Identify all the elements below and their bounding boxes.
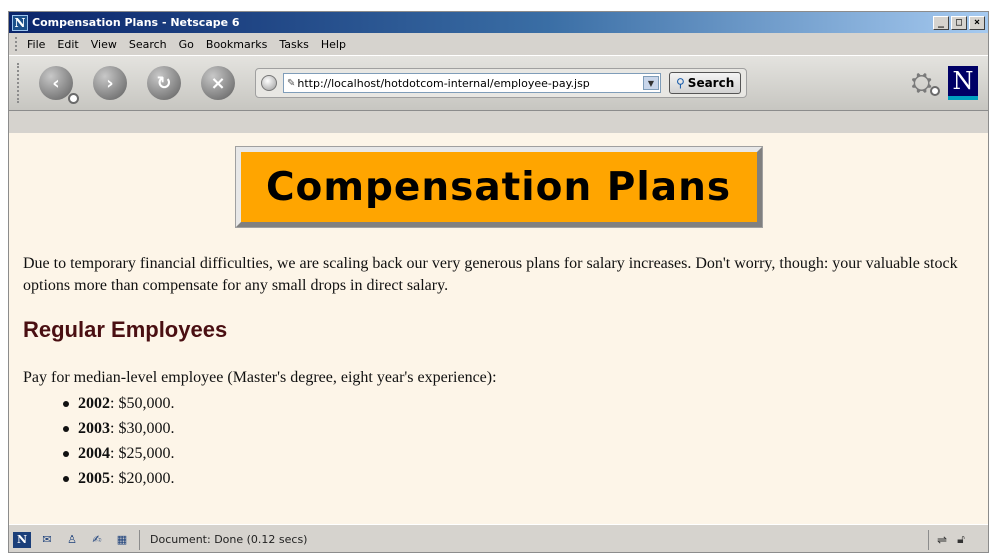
window-title: Compensation Plans - Netscape 6 (32, 16, 240, 29)
online-connection-icon[interactable]: ⇌ (937, 533, 947, 547)
stop-icon: × (210, 72, 226, 94)
close-button[interactable]: × (969, 15, 985, 30)
back-button[interactable]: ‹ (39, 66, 79, 104)
bullet-icon (63, 400, 69, 407)
bullet-icon (63, 450, 69, 457)
pay-amount: : $25,000. (110, 445, 175, 462)
reload-button[interactable]: ↻ (147, 66, 181, 100)
toolbar-grip[interactable] (17, 63, 23, 103)
menu-edit[interactable]: Edit (57, 38, 78, 51)
pay-year: 2004 (78, 445, 110, 462)
pay-year: 2005 (78, 470, 110, 487)
url-dropdown-icon[interactable]: ▼ (643, 76, 659, 90)
status-bar: N ✉ ♙ ✍ ▦ Document: Done (0.12 secs) ⇌ 🔓… (9, 524, 988, 552)
stop-button[interactable]: × (201, 66, 235, 100)
menu-view[interactable]: View (91, 38, 117, 51)
list-item: 2003 : $30,000. (63, 416, 974, 441)
pay-amount: : $20,000. (110, 470, 175, 487)
search-button[interactable]: ⚲ Search (669, 72, 742, 94)
menu-bar: File Edit View Search Go Bookmarks Tasks… (9, 33, 988, 55)
forward-arrow-icon: › (106, 72, 114, 94)
pay-list: 2002 : $50,000. 2003 : $30,000. 2004 : $… (63, 391, 974, 491)
pay-amount: : $30,000. (110, 420, 175, 437)
composer-icon[interactable]: ✍ (88, 532, 106, 548)
netscape-app-icon: N (12, 14, 28, 31)
list-item: 2002 : $50,000. (63, 391, 974, 416)
component-bar: N ✉ ♙ ✍ ▦ (13, 529, 140, 550)
menu-help[interactable]: Help (321, 38, 346, 51)
url-text[interactable]: http://localhost/hotdotcom-internal/empl… (297, 77, 643, 90)
forward-button[interactable]: › (93, 66, 127, 100)
list-item: 2005 : $20,000. (63, 466, 974, 491)
print-dropdown-icon[interactable] (930, 86, 940, 96)
menu-tasks[interactable]: Tasks (279, 38, 308, 51)
window-controls: _ □ × (933, 15, 985, 30)
pay-amount: : $50,000. (110, 395, 175, 412)
print-icon[interactable]: ⛭ (911, 67, 932, 99)
menu-search[interactable]: Search (129, 38, 167, 51)
menu-file[interactable]: File (27, 38, 45, 51)
reload-icon: ↻ (156, 72, 172, 94)
banner-wrap: Compensation Plans (23, 146, 974, 228)
title-bar: N Compensation Plans - Netscape 6 _ □ × (9, 12, 988, 33)
status-indicators: ⇌ 🔓︎ (928, 529, 988, 550)
page-content: Compensation Plans Due to temporary fina… (9, 133, 988, 524)
pay-intro: Pay for median-level employee (Master's … (23, 369, 497, 386)
back-arrow-icon: ‹ (52, 72, 60, 94)
throbber-area: ⛭ N (911, 66, 978, 100)
page-proxy-icon[interactable]: ✎ (287, 78, 295, 89)
netscape-logo-icon[interactable]: N (948, 66, 978, 100)
url-toggle-icon[interactable] (261, 75, 277, 91)
section-heading: Regular Employees (23, 317, 228, 342)
browser-window: N Compensation Plans - Netscape 6 _ □ × … (8, 11, 989, 553)
banner: Compensation Plans (234, 146, 763, 228)
url-input[interactable]: ✎ http://localhost/hotdotcom-internal/em… (283, 73, 661, 93)
menu-go[interactable]: Go (179, 38, 194, 51)
instant-messenger-icon[interactable]: ♙ (63, 532, 81, 548)
pay-year: 2002 (78, 395, 110, 412)
search-button-label: Search (687, 76, 735, 90)
banner-title: Compensation Plans (265, 164, 732, 210)
magnifier-icon: ⚲ (676, 76, 685, 90)
url-bar: ✎ http://localhost/hotdotcom-internal/em… (255, 68, 748, 98)
list-item: 2004 : $25,000. (63, 441, 974, 466)
pay-year: 2003 (78, 420, 110, 437)
menu-bookmarks[interactable]: Bookmarks (206, 38, 267, 51)
intro-paragraph: Due to temporary financial difficulties,… (23, 255, 958, 294)
navigator-icon[interactable]: N (13, 531, 31, 548)
back-dropdown-icon[interactable] (68, 93, 79, 104)
navigation-toolbar: ‹ › ↻ × ✎ http://localhost/hotdotcom-int… (9, 55, 988, 111)
maximize-button[interactable]: □ (951, 15, 967, 30)
bullet-icon (63, 475, 69, 482)
mail-icon[interactable]: ✉ (38, 532, 56, 548)
security-lock-icon[interactable]: 🔓︎ (957, 532, 965, 547)
status-text: Document: Done (0.12 secs) (150, 533, 308, 546)
minimize-button[interactable]: _ (933, 15, 949, 30)
address-book-icon[interactable]: ▦ (113, 532, 131, 548)
bullet-icon (63, 425, 69, 432)
menu-grip[interactable] (15, 37, 21, 51)
